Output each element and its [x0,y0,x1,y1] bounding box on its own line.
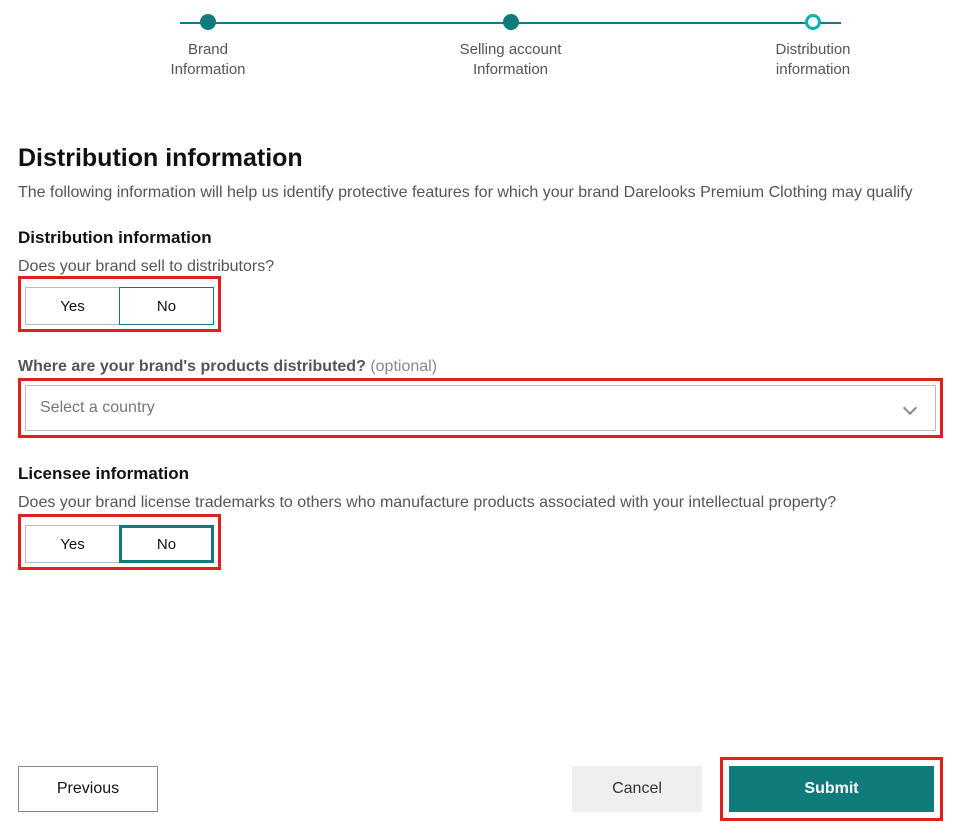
country-select-placeholder: Select a country [40,399,155,417]
highlight-licensee-toggle: Yes No [18,514,221,570]
step-label-line2: information [776,61,850,78]
step-dot-done-icon [200,14,216,30]
footer-actions: Previous Cancel Submit [18,757,943,821]
page-description: The following information will help us i… [18,181,918,204]
step-brand-information: Brand Information [148,14,268,81]
distribution-q2-optional: (optional) [370,358,437,375]
step-label-line2: Information [170,61,245,78]
submit-button[interactable]: Submit [729,766,934,812]
previous-button[interactable]: Previous [18,766,158,812]
step-label: Distribution information [775,40,850,81]
cancel-button[interactable]: Cancel [572,766,702,812]
step-distribution-information: Distribution information [753,14,873,81]
distribution-q2: Where are your brand's products distribu… [18,358,943,376]
distribution-section-title: Distribution information [18,228,943,248]
step-label: Selling account Information [460,40,562,81]
licensee-q1: Does your brand license trademarks to ot… [18,494,943,512]
step-label-line1: Distribution [775,41,850,58]
distribution-q2-label: Where are your brand's products distribu… [18,358,366,375]
country-select[interactable]: Select a country [25,385,936,431]
page-title: Distribution information [18,144,943,173]
licensee-yes-button[interactable]: Yes [25,525,120,563]
step-label: Brand Information [170,40,245,81]
distribution-q1: Does your brand sell to distributors? [18,258,943,276]
licensee-toggle: Yes No [25,525,214,563]
step-label-line1: Selling account [460,41,562,58]
licensee-no-button[interactable]: No [119,525,214,563]
progress-stepper: Brand Information Selling account Inform… [148,14,873,84]
distributors-toggle: Yes No [25,287,214,325]
step-dot-done-icon [503,14,519,30]
step-label-line2: Information [473,61,548,78]
distributors-yes-button[interactable]: Yes [25,287,120,325]
licensee-section-title: Licensee information [18,464,943,484]
chevron-down-icon [903,401,917,415]
step-dot-current-icon [805,14,821,30]
highlight-distributors-toggle: Yes No [18,276,221,332]
distributors-no-button[interactable]: No [119,287,214,325]
highlight-submit: Submit [720,757,943,821]
step-label-line1: Brand [188,41,228,58]
step-selling-account-information: Selling account Information [451,14,571,81]
highlight-country-select: Select a country [18,378,943,438]
